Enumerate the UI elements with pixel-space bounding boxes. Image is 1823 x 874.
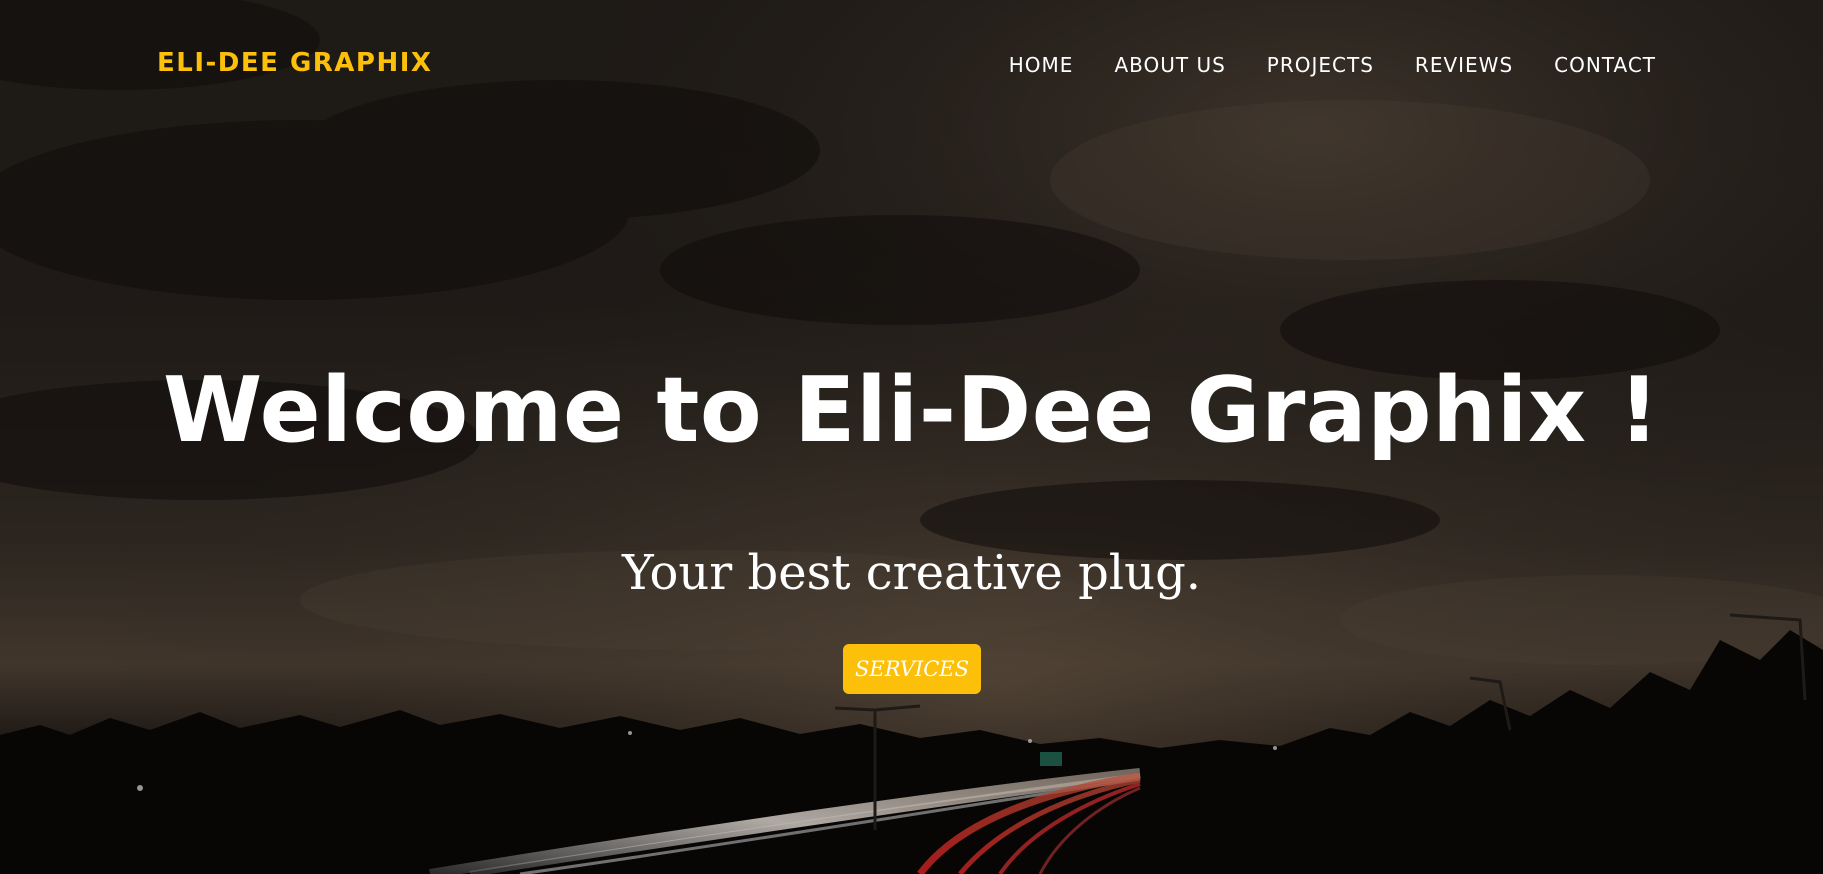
hero-subheadline: Your best creative plug. <box>621 545 1202 601</box>
services-button[interactable]: SERVICES <box>843 644 981 694</box>
hero-section: ELI-DEE GRAPHIX HOME ABOUT US PROJECTS R… <box>0 0 1823 874</box>
nav-link-about-us[interactable]: ABOUT US <box>1114 53 1225 77</box>
nav-link-reviews[interactable]: REVIEWS <box>1415 53 1513 77</box>
brand-logo[interactable]: ELI-DEE GRAPHIX <box>157 48 432 78</box>
nav-link-contact[interactable]: CONTACT <box>1554 53 1656 77</box>
nav-menu: HOME ABOUT US PROJECTS REVIEWS CONTACT <box>968 53 1656 77</box>
nav-link-projects[interactable]: PROJECTS <box>1267 53 1374 77</box>
hero-headline: Welcome to Eli-Dee Graphix ! <box>163 358 1660 463</box>
nav-link-home[interactable]: HOME <box>1009 53 1074 77</box>
top-navbar: ELI-DEE GRAPHIX HOME ABOUT US PROJECTS R… <box>0 0 1823 132</box>
